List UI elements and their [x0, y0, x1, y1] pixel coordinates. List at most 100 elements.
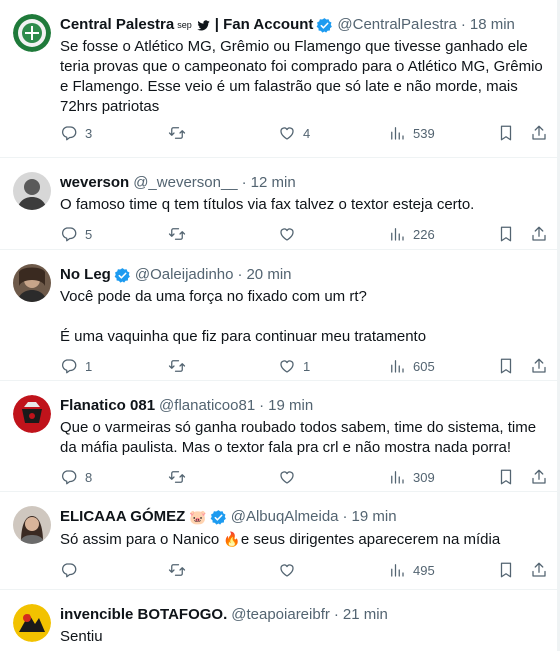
reply-icon: [60, 561, 78, 579]
tweet-header: Central Palestra sep | Fan Account @Cent…: [60, 14, 552, 36]
bookmark-button[interactable]: [497, 225, 522, 243]
display-name[interactable]: ELICAAA GÓMEZ: [60, 507, 185, 527]
retweet-icon: [168, 561, 186, 579]
views-button[interactable]: 226: [388, 225, 435, 243]
share-icon: [530, 468, 548, 486]
avatar[interactable]: [13, 604, 51, 642]
view-count: 539: [413, 125, 435, 141]
handle[interactable]: @teapoiareibfr: [231, 605, 330, 625]
retweet-icon: [168, 124, 186, 142]
tweet-item[interactable]: No Leg @Oaleijadinho · 20 min Você pode …: [0, 250, 560, 381]
views-button[interactable]: 309: [388, 468, 435, 486]
avatar[interactable]: [13, 506, 51, 544]
timestamp[interactable]: 18 min: [470, 15, 515, 35]
reply-icon: [60, 124, 78, 142]
timestamp[interactable]: 21 min: [343, 605, 388, 625]
tweet-item[interactable]: invencible BOTAFOGO. @teapoiareibfr · 21…: [0, 590, 560, 651]
tweet-item[interactable]: ELICAAA GÓMEZ 🐷 @AlbuqAlmeida · 19 min S…: [0, 492, 560, 590]
reply-button[interactable]: 8: [60, 468, 92, 486]
retweet-button[interactable]: [168, 468, 193, 486]
timestamp[interactable]: 12 min: [251, 173, 296, 193]
handle[interactable]: @_weverson__: [133, 173, 237, 193]
analytics-icon: [388, 561, 406, 579]
retweet-button[interactable]: [168, 124, 193, 142]
display-name[interactable]: weverson: [60, 173, 129, 193]
heart-icon: [278, 357, 296, 375]
reply-button[interactable]: [60, 561, 85, 579]
reply-button[interactable]: 3: [60, 124, 92, 142]
display-name[interactable]: invencible BOTAFOGO.: [60, 605, 227, 625]
reply-icon: [60, 357, 78, 375]
view-count: 605: [413, 358, 435, 374]
retweet-button[interactable]: [168, 561, 193, 579]
analytics-icon: [388, 468, 406, 486]
pig-emoji-icon: 🐷: [189, 509, 207, 525]
analytics-icon: [388, 357, 406, 375]
share-button[interactable]: [530, 225, 555, 243]
separator-dot: ·: [241, 174, 247, 191]
reply-icon: [60, 468, 78, 486]
display-name[interactable]: Central Palestra: [60, 15, 174, 35]
share-icon: [530, 124, 548, 142]
handle[interactable]: @Oaleijadinho: [135, 265, 234, 285]
view-count: 226: [413, 226, 435, 242]
like-button[interactable]: 1: [278, 357, 310, 375]
tweet-actions: 5 226: [60, 225, 552, 245]
reply-count: 8: [85, 469, 93, 485]
views-button[interactable]: 495: [388, 561, 435, 579]
timestamp[interactable]: 19 min: [352, 507, 397, 527]
avatar[interactable]: [13, 14, 51, 52]
verified-badge-icon: [114, 267, 131, 284]
bookmark-button[interactable]: [497, 468, 522, 486]
heart-icon: [278, 468, 296, 486]
bookmark-button[interactable]: [497, 561, 522, 579]
retweet-icon: [168, 468, 186, 486]
bookmark-button[interactable]: [497, 357, 522, 375]
handle[interactable]: @CentralPaIestra: [337, 15, 456, 35]
display-name[interactable]: No Leg: [60, 265, 111, 285]
retweet-button[interactable]: [168, 225, 193, 243]
avatar[interactable]: [13, 395, 51, 433]
tweet-actions: 495: [60, 561, 552, 581]
share-button[interactable]: [530, 124, 555, 142]
tweet-item[interactable]: Flanatico 081 @flanaticoo81 · 19 min Que…: [0, 381, 560, 492]
tweet-item[interactable]: Central Palestra sep | Fan Account @Cent…: [0, 0, 560, 158]
like-button[interactable]: [278, 225, 303, 243]
bookmark-button[interactable]: [497, 124, 522, 142]
views-button[interactable]: 605: [388, 357, 435, 375]
views-button[interactable]: 539: [388, 124, 435, 142]
handle[interactable]: @flanaticoo81: [159, 396, 255, 416]
bookmark-icon: [497, 468, 515, 486]
analytics-icon: [388, 225, 406, 243]
reply-icon: [60, 225, 78, 243]
tweet-actions: 3 4 539: [60, 124, 552, 144]
tweet-text-line: É uma vaquinha que fiz para continuar me…: [60, 328, 427, 345]
share-button[interactable]: [530, 357, 555, 375]
like-button[interactable]: [278, 561, 303, 579]
view-count: 495: [413, 562, 435, 578]
analytics-icon: [388, 124, 406, 142]
tweet-text: Que o varmeiras só ganha roubado todos s…: [60, 419, 537, 456]
retweet-button[interactable]: [168, 357, 193, 375]
heart-icon: [278, 124, 296, 142]
like-count: 4: [303, 125, 311, 141]
share-button[interactable]: [530, 468, 555, 486]
like-button[interactable]: [278, 468, 303, 486]
timestamp[interactable]: 19 min: [268, 396, 313, 416]
handle[interactable]: @AlbuqAlmeida: [231, 507, 339, 527]
like-button[interactable]: 4: [278, 124, 310, 142]
reply-button[interactable]: 5: [60, 225, 92, 243]
tweet-header: ELICAAA GÓMEZ 🐷 @AlbuqAlmeida · 19 min: [60, 506, 552, 528]
tweet-text: Se fosse o Atlético MG, Grêmio ou Flamen…: [60, 38, 543, 115]
reply-button[interactable]: 1: [60, 357, 92, 375]
avatar[interactable]: [13, 264, 51, 302]
tweet-text: Só assim para o Nanico 🔥e seus dirigente…: [60, 529, 552, 550]
display-name[interactable]: Flanatico 081: [60, 396, 155, 416]
timestamp[interactable]: 20 min: [246, 265, 291, 285]
reply-count: 1: [85, 358, 93, 374]
share-button[interactable]: [530, 561, 555, 579]
tweet-item[interactable]: weverson @_weverson__ · 12 min O famoso …: [0, 158, 560, 250]
tweet-text-part: e seus dirigentes aparecerem na mídia: [240, 531, 501, 548]
avatar[interactable]: [13, 172, 51, 210]
separator-dot: ·: [333, 606, 339, 623]
